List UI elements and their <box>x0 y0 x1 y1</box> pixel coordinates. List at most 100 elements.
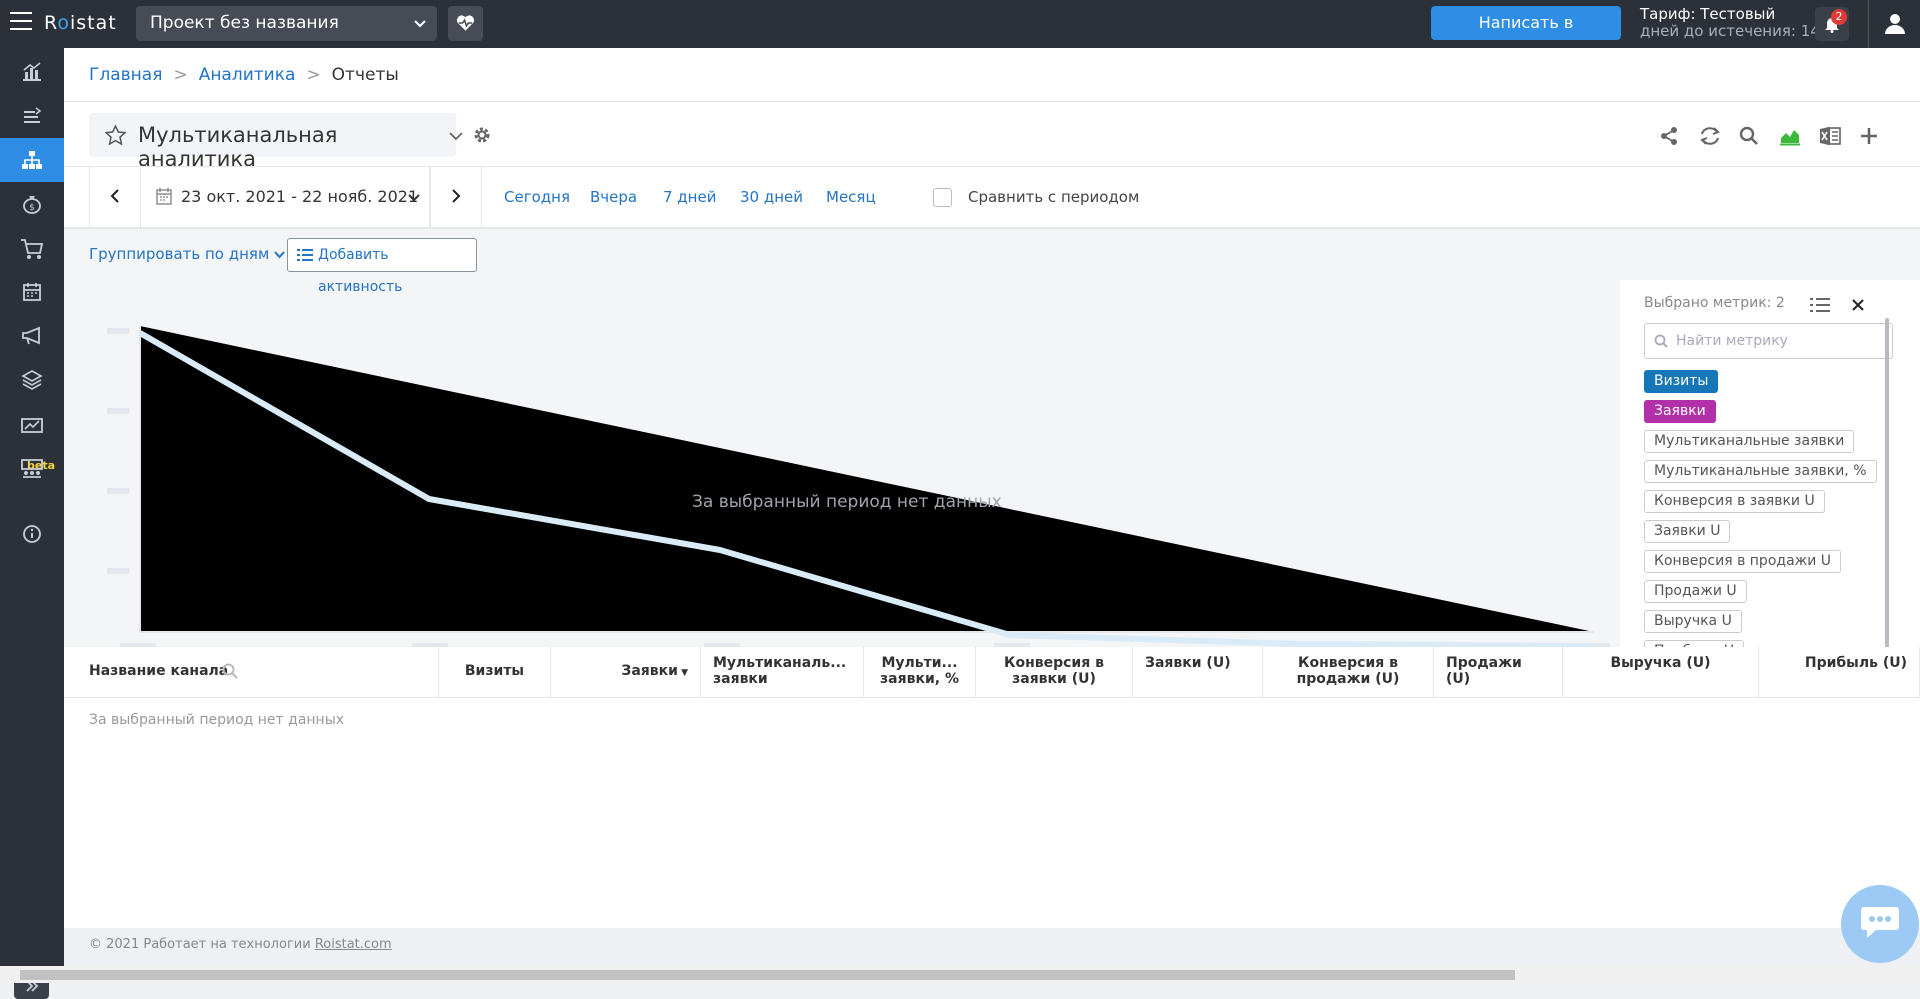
column-header[interactable]: Выручка (U) <box>1563 647 1759 697</box>
footer-link[interactable]: Roistat.com <box>315 937 392 952</box>
layers-icon <box>21 370 43 390</box>
compare-label[interactable]: Сравнить с периодом <box>968 167 1139 227</box>
sidebar-item-info[interactable] <box>0 512 64 556</box>
plus-icon[interactable] <box>1859 126 1879 146</box>
metric-tag[interactable]: Заявки U <box>1644 520 1731 543</box>
share-icon[interactable] <box>1659 126 1679 146</box>
search-icon[interactable] <box>1739 126 1759 146</box>
column-header[interactable]: Заявки ▼ <box>551 647 701 697</box>
breadcrumb-home[interactable]: Главная <box>89 65 162 85</box>
chevron-left-icon <box>110 189 119 203</box>
top-bar: Roistat Проект без названия (№207455) На… <box>0 0 1920 68</box>
period-7-days[interactable]: 7 дней <box>663 167 716 227</box>
metric-tag[interactable]: Заявки <box>1644 400 1716 423</box>
column-header[interactable]: Заявки (U) <box>1133 647 1263 697</box>
period-yesterday[interactable]: Вчера <box>590 167 637 227</box>
sidebar-item-funnel[interactable] <box>0 94 64 138</box>
sidebar-item-channels[interactable] <box>0 138 64 182</box>
search-icon[interactable] <box>222 663 238 679</box>
megaphone-icon <box>22 326 40 345</box>
period-today[interactable]: Сегодня <box>504 167 570 227</box>
metric-tag[interactable]: Визиты <box>1644 370 1719 393</box>
sidebar-item-dashboard[interactable] <box>0 50 64 94</box>
add-activity-label: Добавить активность <box>318 247 403 295</box>
sidebar-item-campaigns[interactable] <box>0 314 64 358</box>
breadcrumb: Главная > Аналитика > Отчеты <box>89 65 399 85</box>
sidebar-item-money[interactable]: $ <box>0 182 64 226</box>
chevron-down-icon <box>414 20 426 28</box>
data-table: Название канала Визиты Заявки ▼ Мультикана… <box>64 647 1920 777</box>
roistat-logo[interactable]: Roistat <box>44 12 117 34</box>
sidebar-item-calendar[interactable] <box>0 270 64 314</box>
metric-search-input[interactable]: Найти метрику <box>1644 323 1893 359</box>
column-header-label: Мульти... заявки, % <box>880 655 959 687</box>
excel-icon[interactable] <box>1819 126 1841 146</box>
next-period-button[interactable] <box>430 167 482 227</box>
sidebar-item-reports-beta[interactable] <box>0 402 64 446</box>
metric-tag[interactable]: Мультиканальные заявки <box>1644 430 1855 453</box>
report-selector[interactable]: Мультиканальная аналитика <box>89 113 463 171</box>
horizontal-scrollbar[interactable] <box>0 966 1920 983</box>
column-header[interactable]: Продажи (U) <box>1434 647 1563 697</box>
column-header-label: Мультиканаль... заявки <box>713 655 847 687</box>
metric-tag[interactable]: Конверсия в заявки U <box>1644 490 1825 513</box>
divider <box>64 697 1920 698</box>
sort-desc-icon[interactable]: ▼ <box>678 668 688 678</box>
group-by-label: Группировать по дням <box>89 245 270 263</box>
sidebar-item-layers[interactable] <box>0 358 64 402</box>
column-header[interactable]: Мультиканаль... заявки <box>701 647 864 697</box>
column-header-channel[interactable]: Название канала <box>64 647 439 697</box>
breadcrumb-analytics[interactable]: Аналитика <box>199 65 296 85</box>
sync-icon[interactable] <box>1699 126 1721 146</box>
sidebar-item-team[interactable] <box>0 446 64 490</box>
date-range-picker[interactable]: 23 окт. 2021 - 22 нояб. 2021 <box>141 167 430 227</box>
close-icon[interactable] <box>1852 299 1864 311</box>
metric-tag[interactable]: Конверсия в продажи U <box>1644 550 1842 573</box>
metrics-panel: Выбрано метрик: 2 Найти метрику Визиты За… <box>1620 280 1920 753</box>
compare-checkbox[interactable] <box>933 188 952 207</box>
period-30-days[interactable]: 30 дней <box>740 167 803 227</box>
column-header[interactable]: Мульти... заявки, % <box>864 647 976 697</box>
column-header[interactable]: Прибыль (U) <box>1759 647 1920 697</box>
metric-tag[interactable]: Мультиканальные заявки, % <box>1644 460 1877 483</box>
add-activity-button[interactable]: Добавить активность <box>287 238 477 295</box>
area-chart-icon[interactable] <box>1779 126 1801 146</box>
column-header-label: Выручка (U) <box>1610 655 1711 671</box>
list-view-icon[interactable] <box>1810 297 1830 313</box>
heart-pulse-icon <box>456 15 475 31</box>
days-left: дней до истечения: 14 <box>1640 22 1820 40</box>
tariff-name: Тариф: Тестовый <box>1640 5 1776 23</box>
chat-widget-button[interactable] <box>1841 885 1919 963</box>
search-icon <box>1654 334 1668 348</box>
user-icon <box>1885 14 1905 34</box>
channels-icon <box>22 151 42 169</box>
sidebar-item-cart[interactable] <box>0 226 64 270</box>
analytics-beta-icon <box>21 418 43 433</box>
column-header[interactable]: Визиты <box>439 647 551 697</box>
metric-tag[interactable]: Продажи U <box>1644 580 1747 603</box>
column-header-label: Визиты <box>464 663 525 679</box>
metric-tag[interactable]: Выручка U <box>1644 610 1742 633</box>
list-icon <box>297 249 313 261</box>
star-icon[interactable] <box>105 125 126 145</box>
sidebar: $ beta <box>0 48 64 999</box>
support-button[interactable]: Написать в поддержку <box>1431 6 1621 66</box>
column-header[interactable]: Конверсия в заявки (U) <box>976 647 1133 697</box>
tariff-info[interactable]: Тариф: Тестовый дней до истечения: 14 <box>1640 6 1820 40</box>
selected-metrics-count: Выбрано метрик: 2 <box>1644 295 1785 311</box>
period-month[interactable]: Месяц <box>826 167 876 227</box>
column-header-label: Конверсия в заявки (U) <box>1004 655 1104 687</box>
menu-icon[interactable] <box>10 12 32 32</box>
date-range-text: 23 окт. 2021 - 22 нояб. 2021 <box>181 187 419 206</box>
user-menu[interactable] <box>1868 0 1920 48</box>
main-content: Главная > Аналитика > Отчеты Мультиканальная… <box>64 48 1920 983</box>
project-selector[interactable]: Проект без названия (№207455) <box>136 6 437 68</box>
group-by-dropdown[interactable]: Группировать по дням <box>89 245 285 263</box>
prev-period-button[interactable] <box>89 167 141 227</box>
team-icon <box>21 459 43 478</box>
footer-text: © 2021 Работает на технологии Roistat.co… <box>89 937 392 952</box>
scrollbar-thumb[interactable] <box>20 970 1515 980</box>
gear-icon[interactable] <box>472 125 492 145</box>
health-button[interactable] <box>448 6 483 41</box>
column-header[interactable]: Конверсия в продажи (U) <box>1263 647 1434 697</box>
